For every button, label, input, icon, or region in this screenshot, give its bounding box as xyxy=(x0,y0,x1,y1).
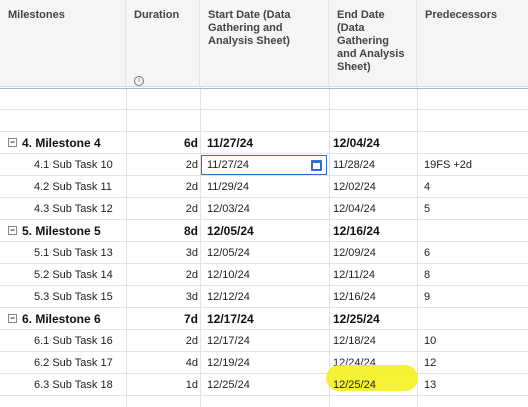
milestone-row[interactable]: −6. Milestone 6 7d 12/17/24 12/25/24 xyxy=(0,308,528,330)
end-date-cell[interactable]: 12/04/24 xyxy=(333,198,417,219)
start-date-cell[interactable]: 12/17/24 xyxy=(207,330,327,351)
start-date-cell[interactable]: 12/19/24 xyxy=(207,352,327,373)
header-milestones[interactable]: Milestones xyxy=(0,0,126,87)
start-date-cell[interactable]: 11/27/24 xyxy=(207,132,327,153)
duration-cell[interactable]: 2d xyxy=(126,330,198,351)
duration-cell[interactable]: 2d xyxy=(126,264,198,285)
header-duration-label: Duration xyxy=(134,9,180,21)
duration-cell[interactable]: 2d xyxy=(126,154,198,175)
milestone-name-cell[interactable]: −4. Milestone 4 xyxy=(8,132,125,153)
predecessors-cell[interactable]: 12 xyxy=(424,352,524,373)
end-date-cell[interactable]: 12/11/24 xyxy=(333,264,417,285)
duration-cell[interactable]: 2d xyxy=(126,198,198,219)
milestone-name: 5. Milestone 5 xyxy=(22,223,101,238)
task-row[interactable]: 4.3 Sub Task 12 2d 12/03/24 12/04/24 5 xyxy=(0,198,528,220)
start-date-cell[interactable]: 12/25/24 xyxy=(207,374,327,395)
predecessors-cell[interactable] xyxy=(424,308,524,329)
task-row[interactable]: 6.1 Sub Task 16 2d 12/17/24 12/18/24 10 xyxy=(0,330,528,352)
collapse-toggle-icon[interactable]: − xyxy=(8,314,17,323)
project-grid: Milestones Duration Start Date (Data Gat… xyxy=(0,0,528,407)
blank-row[interactable] xyxy=(0,88,528,110)
duration-cell[interactable]: 3d xyxy=(126,286,198,307)
collapse-toggle-icon[interactable]: − xyxy=(8,226,17,235)
predecessors-cell[interactable]: 4 xyxy=(424,176,524,197)
end-date-cell[interactable]: 11/28/24 xyxy=(333,154,417,175)
start-date-cell[interactable]: 11/29/24 xyxy=(207,176,327,197)
end-date-cell[interactable]: 12/16/24 xyxy=(333,286,417,307)
duration-cell[interactable]: 7d xyxy=(126,308,198,329)
duration-cell[interactable]: 8d xyxy=(126,220,198,241)
predecessors-cell[interactable]: 13 xyxy=(424,374,524,395)
header-start-date-label: Start Date (Data Gathering and Analysis … xyxy=(208,9,291,47)
end-date-cell[interactable]: 12/02/24 xyxy=(333,176,417,197)
task-row[interactable]: 6.2 Sub Task 17 4d 12/19/24 12/24/24 12 xyxy=(0,352,528,374)
end-date-cell[interactable]: 12/25/24 xyxy=(333,308,417,329)
header-predecessors[interactable]: Predecessors xyxy=(417,0,528,87)
header-duration[interactable]: Duration xyxy=(126,0,200,87)
column-header-row: Milestones Duration Start Date (Data Gat… xyxy=(0,0,528,87)
blank-row[interactable] xyxy=(0,110,528,132)
duration-cell[interactable]: 6d xyxy=(126,132,198,153)
predecessors-cell[interactable] xyxy=(424,132,524,153)
blank-row[interactable] xyxy=(0,396,528,407)
header-predecessors-label: Predecessors xyxy=(425,9,498,21)
end-date-cell[interactable]: 12/16/24 xyxy=(333,220,417,241)
milestone-name: 6. Milestone 6 xyxy=(22,311,101,326)
task-row[interactable]: 4.2 Sub Task 11 2d 11/29/24 12/02/24 4 xyxy=(0,176,528,198)
predecessors-cell[interactable]: 8 xyxy=(424,264,524,285)
duration-cell[interactable]: 4d xyxy=(126,352,198,373)
predecessors-cell[interactable] xyxy=(424,220,524,241)
start-date-cell[interactable]: 12/12/24 xyxy=(207,286,327,307)
start-date-cell[interactable]: 12/10/24 xyxy=(207,264,327,285)
end-date-cell[interactable]: 12/18/24 xyxy=(333,330,417,351)
header-end-date[interactable]: End Date (Data Gathering and Analysis Sh… xyxy=(329,0,417,87)
predecessors-cell[interactable]: 5 xyxy=(424,198,524,219)
start-date-cell[interactable]: 12/17/24 xyxy=(207,308,327,329)
duration-cell[interactable]: 1d xyxy=(126,374,198,395)
header-end-date-label: End Date (Data Gathering and Analysis Sh… xyxy=(337,9,405,73)
end-date-cell[interactable]: 12/25/24 xyxy=(333,374,417,395)
milestone-row[interactable]: −5. Milestone 5 8d 12/05/24 12/16/24 xyxy=(0,220,528,242)
end-date-cell[interactable]: 12/04/24 xyxy=(333,132,417,153)
task-row[interactable]: 6.3 Sub Task 18 1d 12/25/24 12/25/24 13 xyxy=(0,374,528,396)
start-date-cell[interactable]: 12/05/24 xyxy=(207,220,327,241)
task-row[interactable]: 4.1 Sub Task 10 2d 11/27/24 11/28/24 19F… xyxy=(0,154,528,176)
predecessors-cell[interactable]: 19FS +2d xyxy=(424,154,524,175)
task-row[interactable]: 5.3 Sub Task 15 3d 12/12/24 12/16/24 9 xyxy=(0,286,528,308)
start-date-cell[interactable]: 11/27/24 xyxy=(207,154,327,175)
collapse-toggle-icon[interactable]: − xyxy=(8,138,17,147)
milestone-name-cell[interactable]: −5. Milestone 5 xyxy=(8,220,125,241)
start-date-cell[interactable]: 12/03/24 xyxy=(207,198,327,219)
milestone-row[interactable]: −4. Milestone 4 6d 11/27/24 12/04/24 xyxy=(0,132,528,154)
milestone-name: 4. Milestone 4 xyxy=(22,135,101,150)
predecessors-cell[interactable]: 6 xyxy=(424,242,524,263)
duration-cell[interactable]: 3d xyxy=(126,242,198,263)
end-date-cell[interactable]: 12/09/24 xyxy=(333,242,417,263)
info-icon[interactable]: i xyxy=(134,76,144,86)
task-row[interactable]: 5.2 Sub Task 14 2d 12/10/24 12/11/24 8 xyxy=(0,264,528,286)
predecessors-cell[interactable]: 10 xyxy=(424,330,524,351)
task-row[interactable]: 5.1 Sub Task 13 3d 12/05/24 12/09/24 6 xyxy=(0,242,528,264)
duration-cell[interactable]: 2d xyxy=(126,176,198,197)
milestone-name-cell[interactable]: −6. Milestone 6 xyxy=(8,308,125,329)
header-milestones-label: Milestones xyxy=(8,9,65,21)
start-date-cell[interactable]: 12/05/24 xyxy=(207,242,327,263)
predecessors-cell[interactable]: 9 xyxy=(424,286,524,307)
header-start-date[interactable]: Start Date (Data Gathering and Analysis … xyxy=(200,0,329,87)
